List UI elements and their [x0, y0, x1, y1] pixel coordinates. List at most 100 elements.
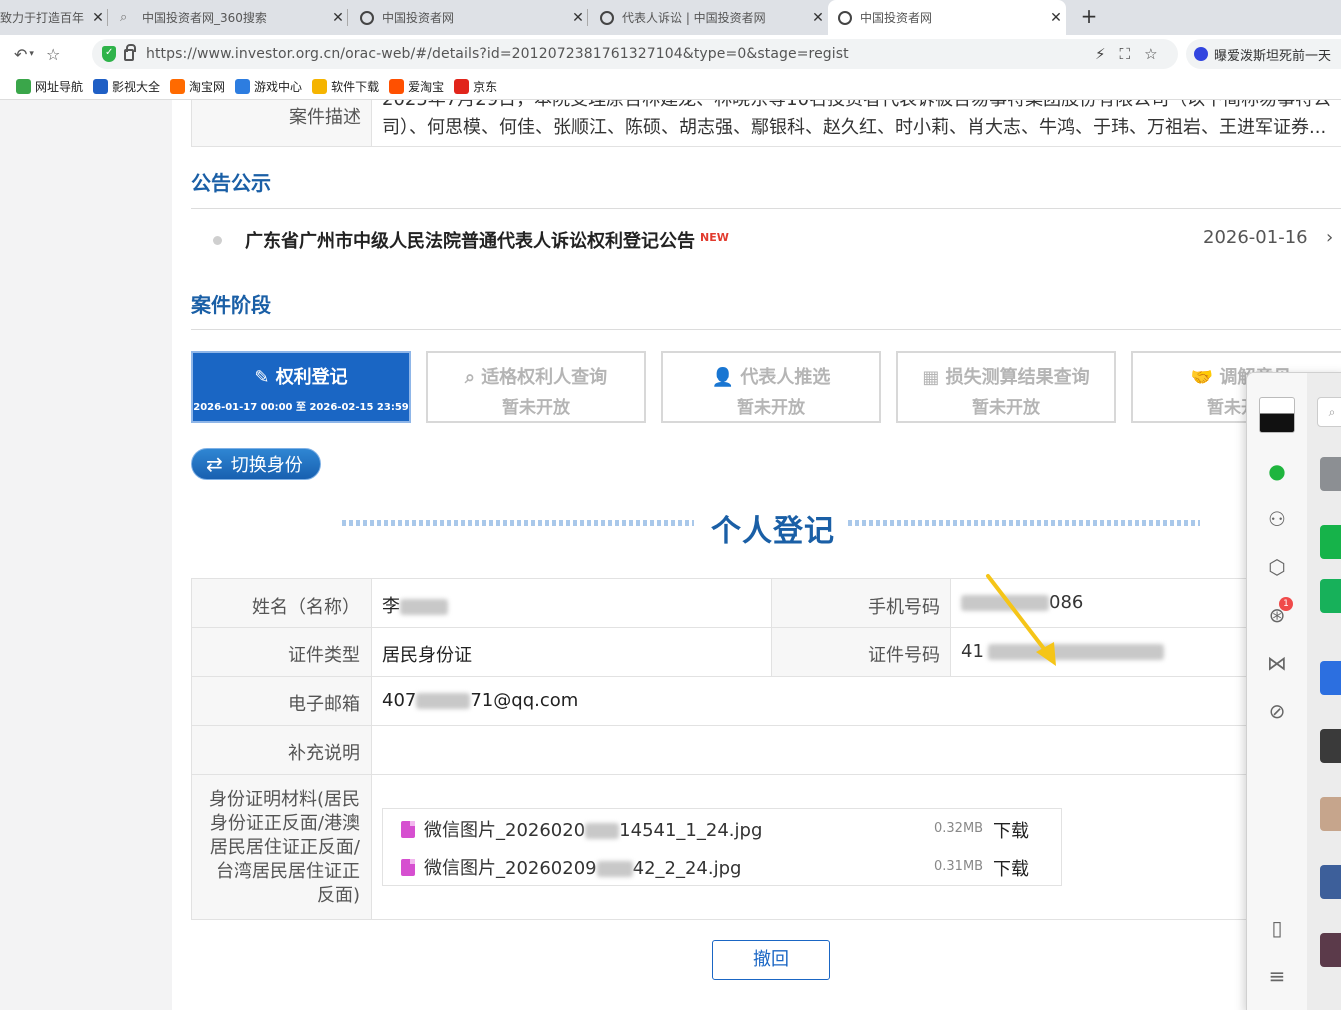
file-size: 0.31MB	[934, 859, 984, 874]
chat-avatar[interactable]	[1320, 579, 1341, 613]
browser-tab[interactable]: 代表人诉讼 | 中国投资者网 ✕	[590, 0, 828, 35]
contacts-icon[interactable]: ⚇	[1265, 507, 1289, 531]
swap-icon: ⇄	[206, 452, 223, 476]
shield-icon	[102, 46, 116, 62]
bookmark-icon	[93, 78, 109, 94]
search-suggestion[interactable]: 曝爱泼斯坦死前一天	[1186, 39, 1341, 69]
registration-title: 个人登记	[711, 514, 835, 549]
download-link[interactable]: 下载	[993, 817, 1029, 843]
chat-icon[interactable]: ●	[1265, 459, 1289, 483]
notice-date: 2026-01-16	[1203, 227, 1308, 248]
app-logo[interactable]	[1259, 397, 1295, 433]
image-file-icon	[401, 820, 415, 838]
menu-icon[interactable]: ≡	[1265, 964, 1289, 988]
id-type-label: 证件类型	[192, 628, 372, 676]
chevron-right-icon[interactable]: ›	[1326, 227, 1333, 248]
close-tab-icon[interactable]: ✕	[1046, 10, 1066, 26]
user-icon: 👤	[711, 367, 735, 388]
handshake-icon: 🤝	[1190, 367, 1214, 388]
browser-tab[interactable]: ⌕ 中国投资者网_360搜索 ✕	[110, 0, 348, 35]
url-box[interactable]: https://www.investor.org.cn/orac-web/#/d…	[92, 39, 1178, 69]
bookmark-item[interactable]: 游戏中心	[235, 78, 302, 95]
bookmark-item[interactable]: 京东	[454, 78, 497, 95]
bookmark-label: 爱淘宝	[408, 79, 445, 94]
bookmarks-bar: 网址导航 影视大全 淘宝网 游戏中心 软件下载 爱淘宝 京东	[0, 73, 1341, 100]
notice-item[interactable]: 广东省广州市中级人民法院普通代表人诉讼权利登记公告 NEW 2026-01-16…	[213, 227, 1341, 253]
search-icon: ⌕	[464, 367, 475, 388]
switch-identity-label: 切换身份	[230, 455, 303, 476]
revoke-button[interactable]: 撤回	[712, 940, 830, 980]
stage-eligible-query[interactable]: ⌕ 适格权利人查询 暂未开放	[426, 351, 646, 423]
stage-title-text: 权利登记	[275, 367, 348, 388]
notice-title[interactable]: 广东省广州市中级人民法院普通代表人诉讼权利登记公告	[245, 227, 695, 253]
new-badge: NEW	[700, 230, 729, 244]
chevron-down-icon[interactable]: ▾	[29, 49, 34, 64]
close-tab-icon[interactable]: ✕	[568, 10, 588, 26]
new-tab-button[interactable]: +	[1078, 4, 1100, 30]
search-suggestion-text: 曝爱泼斯坦死前一天	[1214, 48, 1332, 64]
close-tab-icon[interactable]: ✕	[328, 10, 348, 26]
bookmark-label: 影视大全	[112, 79, 161, 94]
tab-title: 中国投资者网	[860, 11, 933, 25]
lightning-icon[interactable]: ⚡	[1095, 45, 1106, 63]
divider	[191, 329, 1341, 330]
link-icon[interactable]: ⊘	[1265, 699, 1289, 723]
chat-avatar[interactable]	[1320, 661, 1341, 695]
phone-label: 手机号码	[771, 579, 951, 627]
bookmark-item[interactable]: 网址导航	[16, 78, 83, 95]
bookmark-label: 淘宝网	[189, 79, 226, 94]
stage-status: 暂未开放	[502, 398, 570, 418]
bookmark-star-icon[interactable]: ☆	[46, 45, 60, 64]
calculator-icon: ▦	[922, 367, 940, 388]
stage-loss-calculation[interactable]: ▦ 损失测算结果查询 暂未开放	[896, 351, 1116, 423]
stage-period: 2026-01-17 00:00 至 2026-02-15 23:59	[193, 402, 409, 413]
bookmark-item[interactable]: 淘宝网	[170, 78, 225, 95]
browser-tab-active[interactable]: 中国投资者网 ✕	[828, 0, 1066, 35]
close-tab-icon[interactable]: ✕	[808, 10, 828, 26]
notice-section-title: 公告公示	[191, 171, 271, 195]
bookmark-item[interactable]: 影视大全	[93, 78, 160, 95]
tab-title: 致力于打造百年	[0, 11, 85, 25]
globe-icon	[600, 10, 614, 25]
phone-icon[interactable]: ▯	[1265, 916, 1289, 940]
email-suffix: 71@qq.com	[470, 690, 579, 711]
download-link[interactable]: 下载	[993, 855, 1029, 881]
browser-tab[interactable]: 致力于打造百年 ✕	[0, 0, 108, 35]
bookmark-item[interactable]: 爱淘宝	[389, 78, 444, 95]
left-gutter	[0, 100, 172, 1010]
switch-identity-button[interactable]: ⇄ 切换身份	[191, 448, 321, 480]
star-icon[interactable]: ☆	[1144, 45, 1157, 63]
butterfly-icon[interactable]: ⋈	[1265, 651, 1289, 675]
stage-title: ▦ 损失测算结果查询	[898, 363, 1114, 389]
chat-avatar[interactable]	[1320, 865, 1341, 899]
url-text[interactable]: https://www.investor.org.cn/orac-web/#/d…	[146, 46, 849, 62]
chat-avatar[interactable]	[1320, 797, 1341, 831]
form-row-name-phone: 姓名（名称） 李 手机号码 086	[191, 578, 1341, 628]
close-tab-icon[interactable]: ✕	[88, 10, 108, 26]
tab-title: 代表人诉讼 | 中国投资者网	[622, 11, 766, 25]
annotation-arrow	[986, 574, 1056, 666]
chat-avatar[interactable]	[1320, 525, 1341, 559]
redacted-mask	[585, 823, 620, 839]
url-actions: ⚡ ⛶ ☆	[1095, 45, 1158, 63]
chat-avatar[interactable]	[1320, 729, 1341, 763]
chat-avatar[interactable]	[1320, 457, 1341, 491]
stage-section-title: 案件阶段	[191, 293, 271, 317]
email-prefix: 407	[382, 690, 417, 711]
screenshot-icon[interactable]: ⛶	[1120, 45, 1131, 63]
bookmark-icon	[235, 78, 251, 94]
undo-icon[interactable]: ↶	[14, 45, 27, 64]
file-item: 微信图片_2026020 14541_1_24.jpg 0.32MB 下载	[401, 817, 1051, 843]
tab-title: 中国投资者网_360搜索	[142, 11, 267, 25]
stage-status: 暂未开放	[972, 398, 1040, 418]
stage-representative-election[interactable]: 👤 代表人推选 暂未开放	[661, 351, 881, 423]
stage-title: ✎ 权利登记	[193, 363, 409, 389]
bookmark-label: 网址导航	[35, 79, 84, 94]
search-icon[interactable]: ⌕	[1317, 397, 1341, 427]
decorative-dots	[342, 520, 694, 526]
cube-icon[interactable]: ⬡	[1265, 555, 1289, 579]
stage-rights-registration[interactable]: ✎ 权利登记 2026-01-17 00:00 至 2026-02-15 23:…	[191, 351, 411, 423]
chat-avatar[interactable]	[1320, 933, 1341, 967]
bookmark-item[interactable]: 软件下载	[312, 78, 379, 95]
browser-tab[interactable]: 中国投资者网 ✕	[350, 0, 588, 35]
